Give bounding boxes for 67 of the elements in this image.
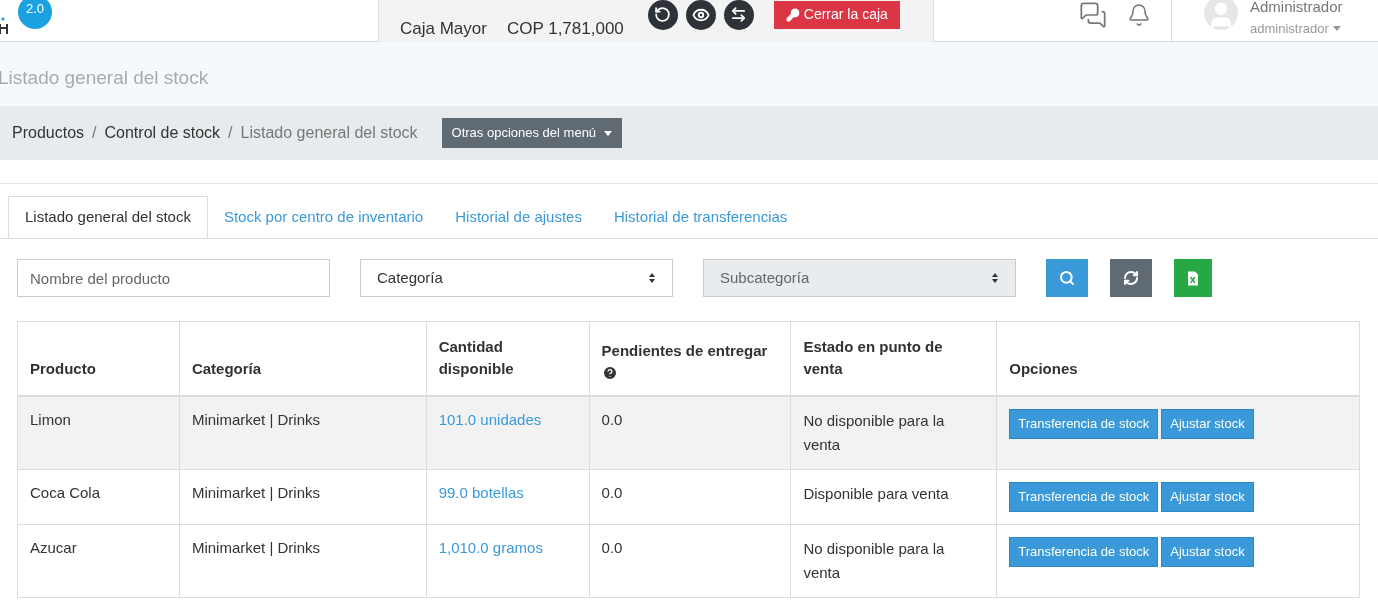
refresh-icon (1123, 270, 1139, 286)
tab[interactable]: Historial de transferencias (597, 196, 804, 238)
table-cell: Minimarket | Drinks (179, 469, 427, 524)
table-cell: No disponible para la venta (790, 524, 997, 597)
table-row[interactable]: Azucar Minimarket | Drinks 1,010.0 gramos 0.0 No disponible para la venta Transferencia de stock Ajustar stock (17, 524, 1360, 597)
caret-icon (604, 130, 613, 136)
cash-balance: COP 1,781,000 (506, 17, 624, 40)
action-button[interactable]: Ajustar stock (1161, 536, 1254, 567)
action-button[interactable]: Transferencia de stock (1009, 481, 1159, 512)
cash-register-name: Caja Mayor (400, 17, 487, 40)
breadcrumb-link[interactable]: Control de stock (104, 121, 221, 145)
column-header: Opciones (996, 321, 1360, 396)
page-title: Listado general del stock (0, 65, 209, 90)
action-button[interactable]: Transferencia de stock (1009, 408, 1159, 439)
current-page-label: Listado general del stock (240, 123, 418, 143)
table-cell: Minimarket | Drinks (179, 395, 427, 469)
sort-arrows-icon (991, 272, 999, 284)
refresh-button[interactable] (1110, 259, 1152, 297)
column-header: Producto (17, 321, 180, 396)
caret-icon (1332, 26, 1341, 31)
column-header: Cantidad disponible (426, 321, 590, 396)
help-icon[interactable] (601, 364, 618, 381)
table-cell: 0.0 (589, 395, 791, 469)
table-row[interactable]: Coca Cola Minimarket | Drinks 99.0 botellas 0.0 Disponible para venta Transferencia de stock Ajustar stock (17, 469, 1360, 524)
quantity-link[interactable]: 99.0 botellas (438, 483, 524, 501)
menu-options-button[interactable]: Otras opciones del menú (441, 118, 623, 148)
excel-export-button[interactable] (1174, 259, 1212, 297)
user-name: Administrador (1250, 0, 1343, 15)
quantity-link[interactable]: 1,010.0 gramos (438, 538, 543, 556)
product-name-field[interactable]: Nombre del producto (17, 259, 330, 297)
logo-icon (0, 15, 10, 34)
close-register-button[interactable]: Cerrar la caja (773, 0, 900, 29)
action-button[interactable]: Ajustar stock (1161, 481, 1254, 512)
table-cell: Disponible para venta (790, 469, 997, 524)
notification-icon[interactable] (1127, 2, 1151, 27)
table-cell: 0.0 (589, 524, 791, 597)
tab[interactable]: Listado general del stock (8, 196, 208, 238)
breadcrumb-separator: / (228, 123, 233, 143)
history-icon[interactable] (647, 0, 678, 30)
sort-arrows-icon (648, 272, 656, 284)
user-role-dropdown[interactable]: administrador (1250, 18, 1343, 39)
table-cell: Azucar (17, 524, 180, 597)
select-field[interactable]: Categoría (360, 259, 673, 297)
breadcrumb-link[interactable]: Productos (12, 121, 85, 145)
version-badge: 2.0 (18, 0, 52, 29)
table-cell: Limon (17, 395, 180, 469)
table-cell: Minimarket | Drinks (179, 524, 427, 597)
key-icon (785, 7, 800, 22)
eye-icon[interactable] (685, 0, 716, 30)
transfer-icon[interactable] (723, 0, 754, 30)
quantity-link[interactable]: 101.0 unidades (438, 410, 542, 428)
tab[interactable]: Historial de ajustes (439, 196, 598, 238)
table-row[interactable]: Limon Minimarket | Drinks 101.0 unidades 0.0 No disponible para la venta Transferencia de stock Ajustar stock (17, 395, 1360, 469)
action-button[interactable]: Ajustar stock (1161, 408, 1254, 439)
breadcrumb-separator: / (92, 123, 97, 143)
column-header: Pendientes de entregar (589, 321, 791, 396)
chat-icon[interactable] (1079, 0, 1107, 29)
column-header: Categoría (179, 321, 427, 396)
table-cell: Coca Cola (17, 469, 180, 524)
column-header: Estado en punto de venta (790, 321, 997, 396)
tab[interactable]: Stock por centro de inventario (207, 196, 440, 238)
search-icon (1059, 270, 1075, 286)
spreadsheet-icon (1187, 270, 1199, 286)
search-button[interactable] (1046, 259, 1088, 297)
action-button[interactable]: Transferencia de stock (1009, 536, 1159, 567)
table-cell: No disponible para la venta (790, 395, 997, 469)
table-cell: 0.0 (589, 469, 791, 524)
